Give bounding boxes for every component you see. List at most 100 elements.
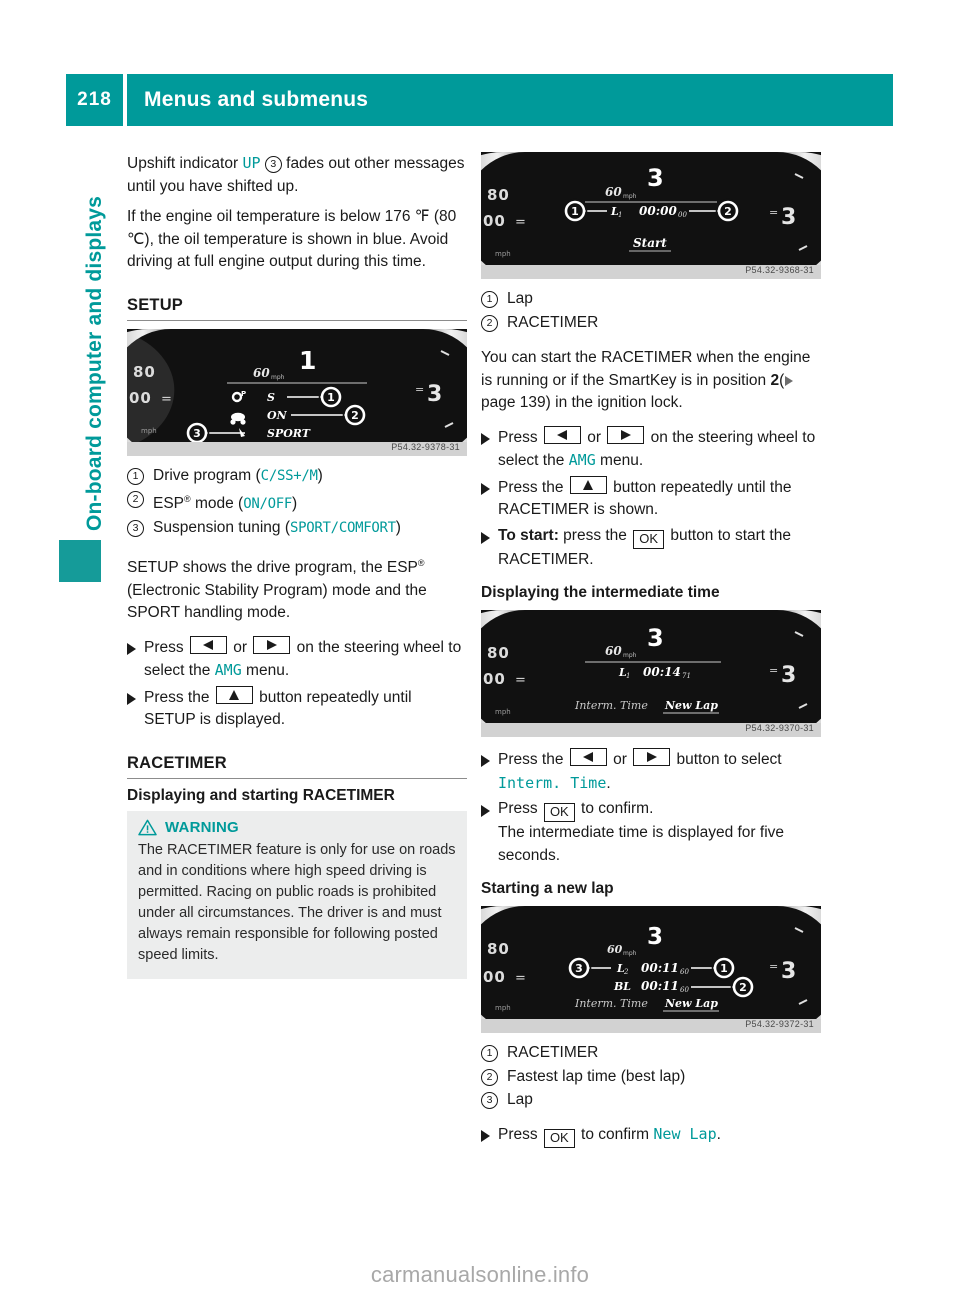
svg-text:00:11: 00:11 [641,979,679,993]
step-emphasis: To start: [498,526,559,544]
figure-intermediate-time: 80 00 = mph 3 = 3 60 mph L 1 00:14 71 In… [481,610,821,737]
step-item: Press OK to confirm New Lap. [481,1123,821,1148]
inline-callout-3: 3 [264,156,282,173]
new-lap-image: 80 00 = mph 3 = 3 60 mph L 2 00:11 60 BL… [481,906,821,1033]
step-bullet-icon [127,692,136,705]
svg-text:=: = [515,971,526,986]
svg-text:mph: mph [623,652,637,659]
oil-temp-paragraph: If the engine oil temperature is below 1… [127,208,457,270]
step-text: Press or on the steering wheel to select… [498,425,821,473]
step-text: Press the or button to select Interm. Ti… [498,748,821,795]
svg-text:1: 1 [618,211,622,219]
racetimer-start-image: 80 00 = mph 3 = 3 60 mph L 1 00:00 00 St… [481,152,821,279]
up-arrow-button[interactable] [215,685,253,704]
subheading-displaying-starting: Displaying and starting RACETIMER [127,786,395,804]
svg-text:ON: ON [267,409,288,422]
callout-number: 2 [481,314,498,332]
up-arrow-button[interactable] [569,475,607,494]
step-text: Press the button repeatedly until SETUP … [144,685,467,732]
right-arrow-button[interactable] [253,635,291,654]
step-text-before: Press [144,638,188,656]
svg-text:00: 00 [483,212,506,230]
callout-number: 1 [481,291,498,308]
legend-text: Lap [507,290,533,307]
svg-text:=: = [515,215,526,230]
svg-text:mph: mph [623,950,637,957]
menu-code-amg: AMG [568,451,596,469]
right-arrow-button[interactable] [633,748,671,766]
desc-before: You can start the RACETIMER when the eng… [481,349,811,389]
svg-text:SPORT: SPORT [267,427,311,440]
step-result-text: The intermediate time is displayed for f… [498,824,785,864]
ok-button[interactable]: OK [543,1128,575,1148]
page-number: 218 [66,74,123,126]
svg-text:3: 3 [193,427,201,440]
svg-text:Interm. Time: Interm. Time [574,997,648,1010]
heading-racetimer: RACETIMER [127,754,467,779]
step-text-before: Press [498,1125,542,1143]
step-item: Press the or button to select Interm. Ti… [481,748,821,795]
svg-text:Start: Start [633,236,667,250]
figure-code-racetimer-start: P54.32-9368-31 [745,265,814,275]
legend-text-before: Drive program ( [153,466,261,484]
svg-text:3: 3 [575,962,583,975]
svg-text:=: = [769,206,778,219]
step-bullet-icon [481,755,490,767]
footer-watermark: carmanualsonline.info [370,1262,590,1287]
legend-text: Drive program (C/SS+/M) [153,466,323,484]
svg-text:New Lap: New Lap [664,699,718,712]
step-item: Press OK to confirm. The intermediate tim… [481,798,821,867]
ignition-position: 2 [770,371,780,389]
step-text: Press OK to confirm New Lap. [498,1123,821,1148]
menu-code-new-lap: New Lap [653,1124,717,1143]
upshift-code: UP [242,154,261,172]
callout-number: 2 [127,491,144,508]
left-arrow-button[interactable] [189,635,227,654]
svg-text:mph: mph [271,374,285,381]
ok-button[interactable]: OK [543,803,575,822]
svg-text:=: = [769,664,778,677]
left-arrow-button[interactable] [569,748,607,766]
legend-code-1: ON [243,496,260,513]
page-reference: page 139 [481,394,546,411]
step-text: Press or on the steering wheel to select… [144,635,467,683]
step-text-mid: or [582,428,606,446]
svg-text:mph: mph [495,1004,511,1012]
step-text-before: press the [558,526,632,544]
legend-text-after: ) [395,518,401,536]
svg-text:00: 00 [483,670,506,688]
step-text-tail: menu. [595,452,644,469]
svg-text:P: P [241,390,246,398]
figure-new-lap: 80 00 = mph 3 = 3 60 mph L 2 00:11 60 BL… [481,906,821,1033]
ok-button[interactable]: OK [633,529,665,549]
subheading-intermediate-time: Displaying the intermediate time [481,584,720,601]
svg-text:3: 3 [647,164,664,192]
svg-text:60: 60 [605,644,622,658]
svg-text:60: 60 [680,986,689,994]
figure-setup-cluster: 80 00 = mph 3 = 1 60 mph S ON SPORT P 1 … [127,328,467,456]
legend-text: Fastest lap time (best lap) [507,1067,686,1085]
step-bullet-icon [127,642,136,655]
step-text-before: Press the [498,751,568,768]
svg-text:00: 00 [483,968,506,986]
chapter-side-tab-label: On-board computer and displays [83,195,106,531]
left-arrow-button[interactable] [543,425,581,444]
step-text-tail: . [606,774,611,792]
svg-text:3: 3 [781,959,796,984]
step-text-tail: menu. [241,662,290,680]
step-bullet-icon [481,531,490,544]
right-column: 80 00 = mph 3 = 3 60 mph L 1 00:00 00 St… [481,152,821,1148]
svg-text:60: 60 [253,366,270,380]
legend-text-before: Suspension tuning ( [153,518,291,536]
svg-text:mph: mph [623,193,637,200]
svg-text:S: S [267,391,275,404]
right-arrow-button[interactable] [607,425,645,444]
figure-code-new-lap: P54.32-9372-31 [745,1019,814,1029]
setup-cluster-image: 80 00 = mph 3 = 1 60 mph S ON SPORT P 1 … [127,328,467,456]
step-text: Press the button repeatedly until the RA… [498,475,821,522]
svg-text:1: 1 [571,205,579,218]
step-bullet-icon [481,805,490,817]
legend-item: 2 Fastest lap time (best lap) [481,1066,821,1089]
step-item: Press or on the steering wheel to select… [127,635,467,683]
legend-item: 1 Lap [481,288,821,311]
